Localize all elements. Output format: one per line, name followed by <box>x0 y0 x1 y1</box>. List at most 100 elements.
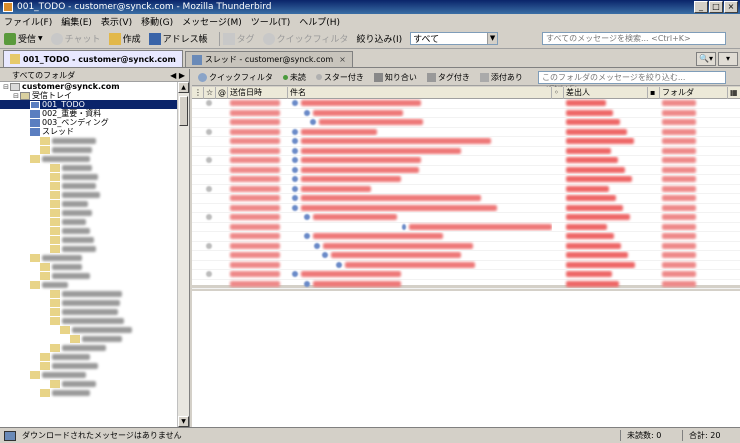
message-row[interactable] <box>192 232 740 242</box>
message-row[interactable] <box>192 118 740 128</box>
message-row[interactable] <box>192 109 740 118</box>
folder-item-account[interactable]: ⊟ customer@synck.com <box>0 82 178 91</box>
collapse-icon[interactable]: ⊟ <box>12 92 20 100</box>
sender-column-header[interactable]: 差出人 <box>564 86 648 99</box>
folder-pane-scrollbar[interactable]: ▲ ▼ <box>177 82 189 427</box>
folder-item[interactable] <box>0 361 178 370</box>
minimize-button[interactable]: _ <box>694 1 708 13</box>
filter-attachment[interactable]: 添付あり <box>479 72 523 83</box>
folder-item-thread[interactable]: スレッド <box>0 127 178 136</box>
offline-status-icon[interactable] <box>4 431 16 441</box>
folder-item[interactable] <box>0 235 178 244</box>
global-search-input[interactable]: すべてのメッセージを検索... <Ctrl+K> <box>542 32 726 45</box>
search-menu-button[interactable]: 🔍▾ <box>696 52 716 66</box>
attachment-column-icon[interactable]: @ <box>216 86 228 99</box>
star-icon[interactable] <box>206 128 212 135</box>
folder-item[interactable] <box>0 316 178 325</box>
message-row[interactable] <box>192 99 740 109</box>
folder-item[interactable] <box>0 163 178 172</box>
folder-item[interactable] <box>0 262 178 271</box>
quickfilter-toolbar-button[interactable]: クイックフィルタ <box>262 31 348 47</box>
junk-column-icon[interactable]: ▪ <box>648 86 660 99</box>
folder-item[interactable] <box>0 199 178 208</box>
folder-column-header[interactable]: フォルダ <box>660 86 728 99</box>
star-icon[interactable] <box>206 185 212 192</box>
chevron-left-icon[interactable]: ◀ <box>170 71 176 80</box>
message-row[interactable] <box>192 194 740 204</box>
maximize-button[interactable]: □ <box>709 1 723 13</box>
folder-item[interactable] <box>0 298 178 307</box>
quick-filter-toggle[interactable]: クイックフィルタ <box>198 72 273 83</box>
folder-item[interactable] <box>0 154 178 163</box>
close-tab-icon[interactable]: × <box>339 55 346 64</box>
star-icon[interactable] <box>206 214 212 221</box>
message-row[interactable] <box>192 280 740 289</box>
menu-help[interactable]: ヘルプ(H) <box>299 15 340 28</box>
message-row[interactable] <box>192 270 740 280</box>
star-icon[interactable] <box>206 242 212 249</box>
filter-contacts[interactable]: 知り合い <box>373 72 417 83</box>
tag-button[interactable]: タグ <box>222 31 255 47</box>
folder-item[interactable] <box>0 136 178 145</box>
folder-item[interactable] <box>0 208 178 217</box>
folder-item[interactable] <box>0 253 178 262</box>
message-row[interactable] <box>192 213 740 223</box>
folder-item[interactable] <box>0 325 178 334</box>
folder-item[interactable] <box>0 379 178 388</box>
folder-item[interactable] <box>0 226 178 235</box>
message-row[interactable] <box>192 156 740 166</box>
filter-select[interactable]: すべて ▼ <box>410 32 499 45</box>
star-column-icon[interactable]: ☆ <box>204 86 216 99</box>
address-book-button[interactable]: アドレス帳 <box>148 31 208 47</box>
scroll-up-icon[interactable]: ▲ <box>178 82 189 93</box>
message-row[interactable] <box>192 128 740 137</box>
folder-item[interactable] <box>0 307 178 316</box>
collapse-icon[interactable]: ⊟ <box>2 83 10 91</box>
date-column-header[interactable]: 送信日時 <box>228 86 288 99</box>
message-row[interactable] <box>192 166 740 175</box>
app-menu-button[interactable]: ▾ <box>718 52 738 66</box>
menu-message[interactable]: メッセージ(M) <box>182 15 242 28</box>
folder-item[interactable] <box>0 271 178 280</box>
folder-item[interactable] <box>0 172 178 181</box>
tab-thread[interactable]: スレッド - customer@synck.com × <box>184 51 353 67</box>
write-button[interactable]: 作成 <box>108 31 141 47</box>
folder-item[interactable] <box>0 190 178 199</box>
menu-go[interactable]: 移動(G) <box>141 15 173 28</box>
star-icon[interactable] <box>206 157 212 164</box>
message-row[interactable] <box>192 147 740 156</box>
folder-item[interactable] <box>0 370 178 379</box>
menu-tools[interactable]: ツール(T) <box>251 15 291 28</box>
message-row[interactable] <box>192 137 740 147</box>
close-button[interactable]: × <box>724 1 738 13</box>
folder-item-003[interactable]: 003_ペンディング <box>0 118 178 127</box>
get-messages-button[interactable]: 受信 ▼ <box>4 31 43 47</box>
menu-file[interactable]: ファイル(F) <box>4 15 52 28</box>
filter-unread[interactable]: 未読 <box>282 72 306 83</box>
filter-starred[interactable]: スター付き <box>315 72 364 83</box>
folder-item[interactable] <box>0 352 178 361</box>
menu-edit[interactable]: 編集(E) <box>61 15 92 28</box>
folder-item[interactable] <box>0 244 178 253</box>
folder-item[interactable] <box>0 289 178 298</box>
message-row[interactable] <box>192 251 740 261</box>
read-column-icon[interactable]: ◦ <box>552 86 564 99</box>
message-row[interactable] <box>192 223 740 232</box>
message-row[interactable] <box>192 242 740 251</box>
folder-item[interactable] <box>0 280 178 289</box>
quick-filter-search-input[interactable]: このフォルダのメッセージを絞り込む... <Ctrl+F> <box>538 71 726 93</box>
star-icon[interactable] <box>206 271 212 278</box>
chevron-right-icon[interactable]: ▶ <box>179 71 185 80</box>
subject-column-header[interactable]: 件名 <box>288 86 552 99</box>
chat-button[interactable]: チャット <box>50 31 101 47</box>
folder-item[interactable] <box>0 388 178 397</box>
filter-tags[interactable]: タグ付き <box>426 72 470 83</box>
message-row[interactable] <box>192 204 740 213</box>
column-picker-icon[interactable]: ▦ <box>728 87 740 99</box>
folder-item[interactable] <box>0 145 178 154</box>
message-row[interactable] <box>192 261 740 270</box>
thread-column-icon[interactable]: ⋮ <box>192 86 204 99</box>
message-row[interactable] <box>192 185 740 194</box>
scroll-thumb[interactable] <box>179 96 188 126</box>
scroll-down-icon[interactable]: ▼ <box>178 416 189 427</box>
